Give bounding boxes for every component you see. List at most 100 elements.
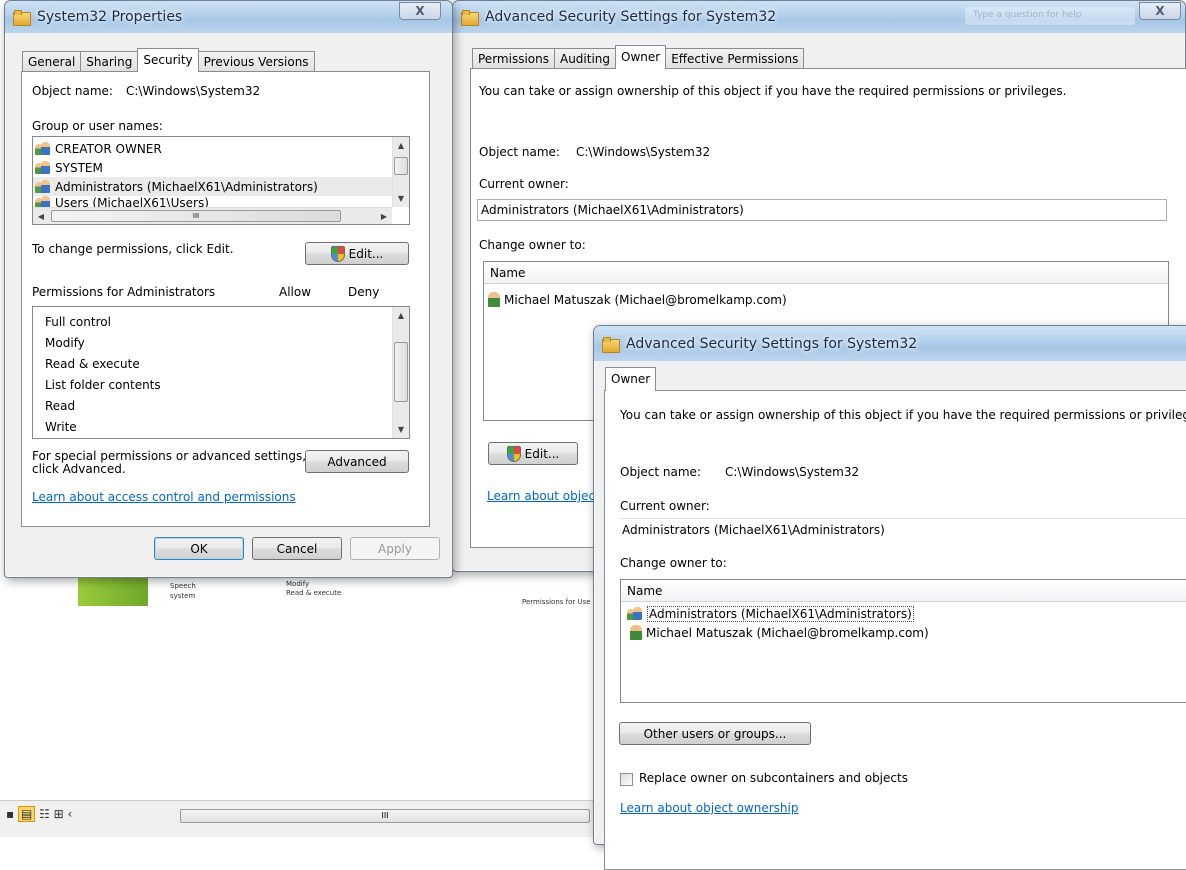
window-title: Advanced Security Settings for System32 [626,335,918,352]
permission-row: Modify [45,335,85,350]
background-thumbnail [78,578,148,606]
folder-icon [13,10,31,26]
list-item[interactable]: CREATOR OWNER [33,139,409,158]
close-button[interactable]: X [1139,2,1181,20]
scroll-thumb[interactable] [394,157,408,175]
group-or-user-names-label: Group or user names: [32,119,163,133]
permission-row: Full control [45,314,111,329]
vertical-scrollbar[interactable]: ▲ ▼ [392,307,409,438]
permissions-list[interactable]: Full control Modify Read & execute List … [32,306,410,439]
tab-owner[interactable]: Owner [605,367,657,391]
edit-permissions-button[interactable]: Edit... [305,242,409,265]
current-owner-field[interactable]: Administrators (MichaelX61\Administrator… [477,199,1167,221]
group-icon [35,179,51,194]
scroll-down-icon[interactable]: ▼ [393,421,409,438]
scroll-thumb[interactable]: III [51,210,341,222]
permission-row: Read [45,398,76,413]
change-owner-label: Change owner to: [620,556,727,570]
group-icon [35,160,51,175]
user-icon [488,292,500,307]
owner-list[interactable]: Name Administrators (MichaelX61\Administ… [620,579,1186,703]
object-name-label: Object name: [32,84,113,98]
deny-column-header: Deny [348,285,380,299]
uac-shield-icon [330,245,345,262]
background-permission-preview: Modify Read & execute [248,578,341,608]
title-bar: Advanced Security Settings for System32 [594,326,1186,361]
close-button[interactable]: X [399,2,441,20]
permission-row: Write [45,419,77,434]
advanced-security-window-front: Advanced Security Settings for System32 … [593,325,1186,870]
background-side-label: Permissions for Use [520,596,591,610]
folder-icon [461,10,479,26]
current-owner-label: Current owner: [479,177,569,191]
group-icon [35,141,51,156]
scroll-right-icon[interactable]: ▶ [376,208,392,224]
permissions-for-label: Permissions for Administrators [32,285,216,299]
list-item-selected[interactable]: Administrators (MichaelX61\Administrator… [621,604,1186,623]
scroll-grip-icon: III [381,811,389,820]
object-name-value: C:\Windows\System32 [725,465,860,479]
view-icons[interactable]: ▪ ▤ ☷ ⊞ ‹ [6,806,72,822]
cancel-button[interactable]: Cancel [252,537,342,560]
other-users-or-groups-button[interactable]: Other users or groups... [619,722,811,745]
list-item[interactable]: Michael Matuszak (Michael@bromelkamp.com… [484,290,1168,309]
window-body: General Sharing Security Previous Versio… [12,33,445,570]
uac-shield-icon [506,445,521,462]
list-item-selected[interactable]: Administrators (MichaelX61\Administrator… [33,177,392,196]
current-owner-label: Current owner: [620,499,710,513]
learn-about-ownership-link[interactable]: Learn about object ownership [620,801,798,815]
learn-access-control-link[interactable]: Learn about access control and permissio… [32,490,296,504]
name-column-header[interactable]: Name [621,580,1186,602]
user-icon [630,625,642,640]
tab-effective-permissions[interactable]: Effective Permissions [665,48,805,69]
name-column-header[interactable]: Name [484,262,1168,284]
scroll-up-icon[interactable]: ▲ [393,307,409,324]
replace-owner-label[interactable]: Replace owner on subcontainers and objec… [639,771,908,785]
special-permissions-text: For special permissions or advanced sett… [32,449,307,476]
scroll-up-icon[interactable]: ▲ [393,137,409,154]
window-body: Owner You can take or assign ownership o… [601,361,1186,870]
folder-icon [602,336,620,353]
apply-button[interactable]: Apply [350,537,440,560]
background-perm-item: Modify [286,580,310,588]
current-owner-field[interactable]: Administrators (MichaelX61\Administrator… [619,518,1186,540]
tab-previous-versions[interactable]: Previous Versions [197,51,315,72]
object-name-value: C:\Windows\System32 [576,145,711,159]
allow-column-header: Allow [279,285,312,299]
help-search-input[interactable]: Type a question for help [965,7,1135,25]
edit-button[interactable]: Edit... [488,442,578,465]
replace-owner-checkbox[interactable] [620,773,633,786]
tab-general[interactable]: General [22,51,82,72]
list-item[interactable]: Users (MichaelX61\Users) [33,196,409,207]
title-bar: System32 Properties [5,1,452,33]
background-folder-list: Speech system [150,580,230,610]
list-item[interactable]: Michael Matuszak (Michael@bromelkamp.com… [621,623,1186,642]
security-tab-panel: Object name: C:\Windows\System32 Group o… [21,71,430,527]
group-user-list[interactable]: CREATOR OWNER SYSTEM Administrators (Mic… [32,136,410,225]
tab-sharing[interactable]: Sharing [80,51,139,72]
scroll-left-icon[interactable]: ◀ [33,208,49,224]
permission-row: List folder contents [45,377,161,392]
intro-text: You can take or assign ownership of this… [620,408,1186,422]
horizontal-scrollbar[interactable]: ◀ III ▶ [33,207,392,224]
tab-auditing[interactable]: Auditing [553,48,617,69]
group-icon [35,196,51,207]
group-icon [627,606,643,621]
window-title: System32 Properties [37,9,183,25]
list-item[interactable]: SYSTEM [33,158,409,177]
change-permissions-text: To change permissions, click Edit. [32,242,234,256]
background-folder-item: system [170,592,196,600]
advanced-button[interactable]: Advanced [305,450,409,473]
tab-security[interactable]: Security [137,48,199,72]
vertical-scrollbar[interactable]: ▲ ▼ [392,137,409,207]
tab-permissions[interactable]: Permissions [472,48,555,69]
background-folder-item: Speech [170,582,196,590]
learn-about-ownership-link[interactable]: Learn about objec [487,489,595,503]
ok-button[interactable]: OK [154,537,244,560]
object-name-label: Object name: [620,465,701,479]
horizontal-scrollbar[interactable]: III [180,809,590,823]
object-name-value: C:\Windows\System32 [126,84,261,98]
scroll-thumb[interactable] [394,342,408,402]
scroll-down-icon[interactable]: ▼ [393,190,409,207]
tab-owner[interactable]: Owner [615,45,667,69]
